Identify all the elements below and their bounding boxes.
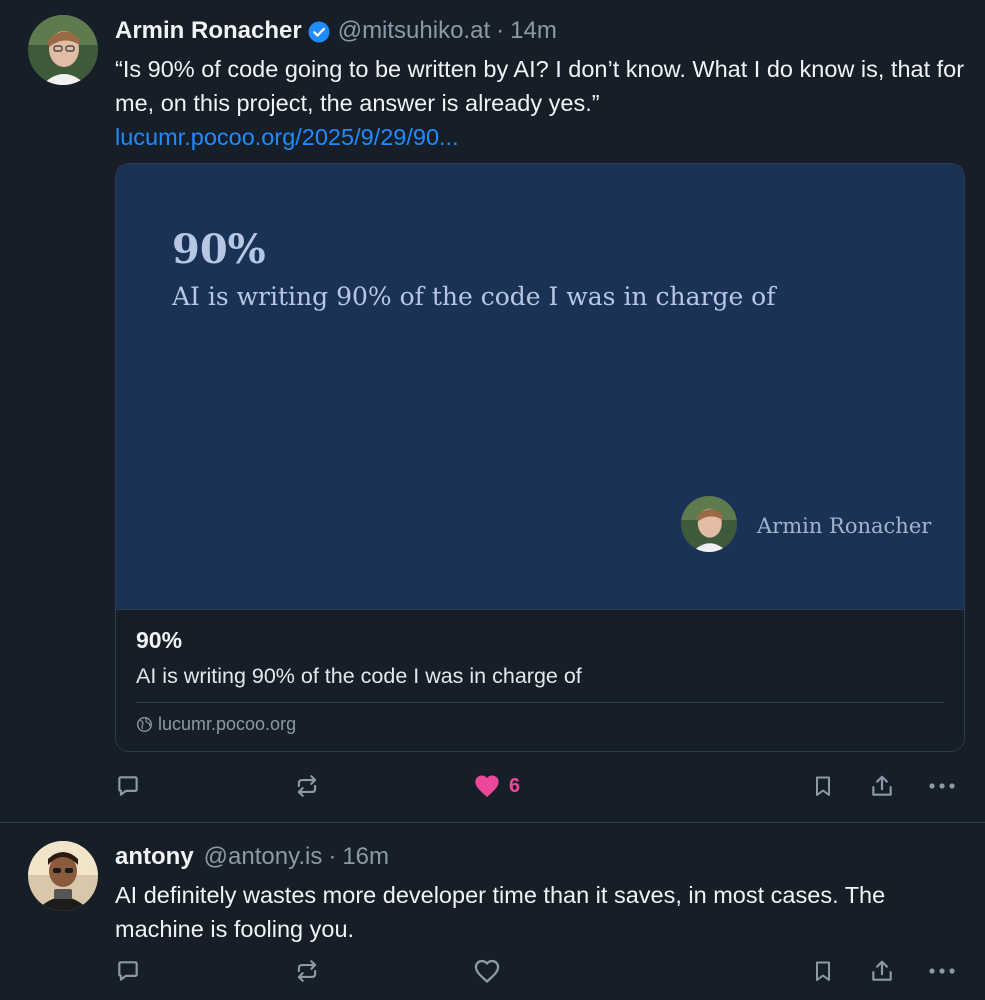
author-handle[interactable]: @antony.is xyxy=(204,841,323,873)
post[interactable]: Armin Ronacher @mitsuhiko.at · 14m “Is 9… xyxy=(0,0,985,822)
author-handle[interactable]: @mitsuhiko.at xyxy=(338,15,490,47)
author-avatar[interactable] xyxy=(28,15,98,85)
post-meta: Armin Ronacher @mitsuhiko.at · 14m xyxy=(115,15,965,47)
post-link[interactable]: lucumr.pocoo.org/2025/9/29/90... xyxy=(115,120,965,154)
link-preview-title: 90% xyxy=(136,627,183,653)
preview-image-title: 90% xyxy=(172,226,266,273)
author-name[interactable]: Armin Ronacher xyxy=(115,15,302,47)
reply-icon xyxy=(118,776,138,796)
more-icon xyxy=(929,968,955,974)
post-timestamp[interactable]: 14m xyxy=(510,15,557,47)
bookmark-icon xyxy=(816,961,830,981)
share-button[interactable] xyxy=(862,766,902,806)
post-actions xyxy=(0,951,985,991)
repost-button[interactable] xyxy=(287,766,327,806)
author-name[interactable]: antony xyxy=(115,841,194,873)
repost-icon xyxy=(297,960,317,982)
repost-icon xyxy=(297,775,317,797)
bookmark-button[interactable] xyxy=(803,766,843,806)
repost-button[interactable] xyxy=(287,951,327,991)
link-preview-domain: lucumr.pocoo.org xyxy=(136,714,296,735)
more-icon xyxy=(929,783,955,789)
reply-button[interactable] xyxy=(108,766,148,806)
more-options-button[interactable] xyxy=(922,951,962,991)
share-button[interactable] xyxy=(862,951,902,991)
like-count: 6 xyxy=(509,774,521,797)
meta-separator: · xyxy=(496,17,505,44)
post-text: “Is 90% of code going to be written by A… xyxy=(115,56,965,116)
meta-separator: · xyxy=(328,843,337,870)
heart-outline-icon xyxy=(474,959,500,983)
card-divider xyxy=(136,702,944,703)
link-preview-card[interactable]: 90% AI is writing 90% of the code I was … xyxy=(115,163,965,752)
bookmark-icon xyxy=(816,776,830,796)
globe-icon xyxy=(137,717,152,732)
preview-image-subtitle: AI is writing 90% of the code I was in c… xyxy=(172,282,776,311)
share-icon xyxy=(872,775,892,796)
bookmark-button[interactable] xyxy=(803,951,843,991)
like-button[interactable]: 6 xyxy=(465,766,535,806)
verified-check-icon[interactable] xyxy=(308,20,330,43)
link-preview-domain-text: lucumr.pocoo.org xyxy=(158,714,297,734)
heart-filled-icon xyxy=(475,775,499,798)
more-options-button[interactable] xyxy=(922,766,962,806)
post-meta: antony @antony.is · 16m xyxy=(115,841,965,873)
preview-author-avatar xyxy=(681,496,737,552)
link-preview-description: AI is writing 90% of the code I was in c… xyxy=(136,664,582,688)
author-avatar[interactable] xyxy=(28,841,98,911)
post-text: AI definitely wastes more developer time… xyxy=(115,882,886,942)
post[interactable]: antony @antony.is · 16m AI definitely wa… xyxy=(0,822,985,1000)
post-timestamp[interactable]: 16m xyxy=(342,841,389,873)
post-actions: 6 xyxy=(0,766,985,806)
reply-button[interactable] xyxy=(108,951,148,991)
share-icon xyxy=(872,960,892,981)
link-preview-image: 90% AI is writing 90% of the code I was … xyxy=(116,164,964,609)
link-preview-footer: 90% AI is writing 90% of the code I was … xyxy=(116,609,964,751)
like-button[interactable] xyxy=(465,951,535,991)
feed: Armin Ronacher @mitsuhiko.at · 14m “Is 9… xyxy=(0,0,985,1000)
preview-author-name: Armin Ronacher xyxy=(757,514,932,538)
reply-icon xyxy=(118,961,138,981)
post-content: Armin Ronacher @mitsuhiko.at · 14m “Is 9… xyxy=(115,15,965,154)
post-content: antony @antony.is · 16m AI definitely wa… xyxy=(115,841,965,946)
